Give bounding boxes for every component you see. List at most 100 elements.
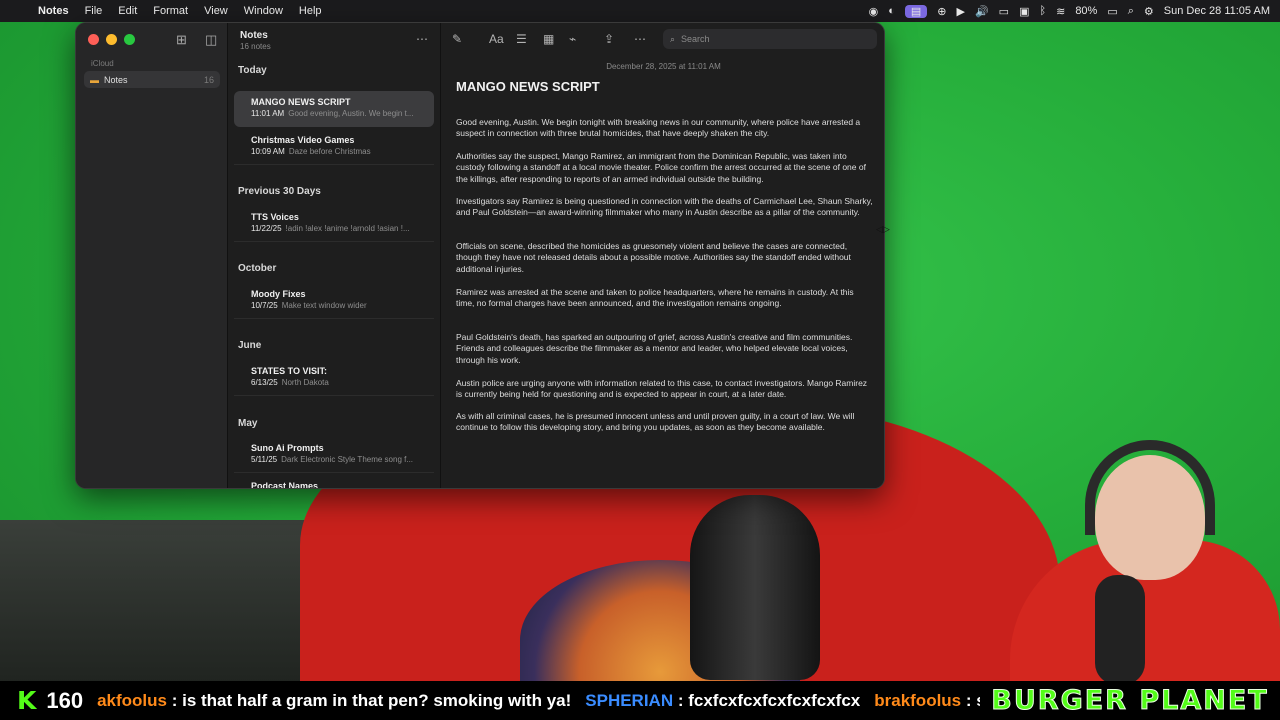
- table-icon[interactable]: ▦: [543, 32, 554, 46]
- note-preview: North Dakota: [281, 378, 329, 387]
- folder-count: 16: [203, 74, 214, 85]
- sidebar-folder-notes[interactable]: ▬ Notes 16: [84, 71, 220, 88]
- note-preview: Good evening, Austin. We begin t...: [288, 109, 414, 118]
- notes-list-header: Notes 16 notes: [240, 30, 271, 51]
- note-time: 5/11/25: [251, 455, 278, 464]
- microphone: [690, 495, 820, 680]
- note-paragraph[interactable]: Good evening, Austin. We begin tonight w…: [456, 117, 874, 140]
- group-label-previous-30-days: Previous 30 Days: [238, 186, 321, 197]
- menu-window[interactable]: Window: [236, 5, 291, 17]
- note-item[interactable]: STATES TO VISIT: 6/13/25 North Dakota: [234, 360, 434, 396]
- compose-icon[interactable]: ✎: [452, 32, 462, 46]
- note-preview: Make text window wider: [281, 301, 367, 310]
- share-icon[interactable]: ⇪: [604, 32, 614, 46]
- volume-icon[interactable]: 🔊: [975, 5, 989, 18]
- sidebar-section-icloud: iCloud: [91, 59, 114, 68]
- control-center-icon[interactable]: ⚙: [1144, 5, 1154, 18]
- menu-help[interactable]: Help: [291, 5, 330, 17]
- more-options-icon[interactable]: ⋯: [416, 32, 428, 46]
- note-time: 11:01 AM: [251, 109, 285, 118]
- more-icon[interactable]: ⋯: [634, 32, 646, 46]
- note-title: Podcast Names: [251, 481, 319, 489]
- note-title: STATES TO VISIT:: [251, 366, 328, 376]
- viewer-count: 160: [46, 687, 84, 713]
- note-item[interactable]: Suno Ai Prompts 5/11/25 Dark Electronic S…: [234, 437, 434, 473]
- search-field[interactable]: ⌕: [663, 29, 877, 49]
- folder-icon: ▬: [90, 74, 99, 85]
- chat-username: brakfoolus: [874, 690, 962, 710]
- menu-view[interactable]: View: [196, 5, 236, 17]
- notes-list-title: Notes: [240, 30, 268, 41]
- close-window-button[interactable]: [88, 34, 99, 45]
- note-title: Moody Fixes: [251, 289, 306, 299]
- search-input[interactable]: [681, 34, 862, 44]
- note-paragraph[interactable]: Authorities say the suspect, Mango Ramir…: [456, 151, 874, 185]
- notes-window: ⊞ ◫ iCloud ▬ Notes 16 Notes 16 notes ⋯ T…: [75, 22, 885, 489]
- brand-box: BURGER PLANET: [980, 681, 1280, 720]
- wifi-icon[interactable]: ≋: [1056, 5, 1065, 18]
- brand-logo: BURGER PLANET: [991, 685, 1269, 717]
- resize-cursor-icon: ◁▷: [876, 224, 890, 234]
- note-paragraph[interactable]: Paul Goldstein's death, has sparked an o…: [456, 332, 874, 366]
- group-label-today: Today: [238, 65, 267, 76]
- note-time: 10:09 AM: [251, 147, 285, 156]
- note-paragraph[interactable]: Investigators say Ramirez is being quest…: [456, 196, 874, 219]
- note-title: Christmas Video Games: [251, 135, 355, 145]
- note-item[interactable]: TTS Voices 11/22/25 !adin !alex !anime !a…: [234, 206, 434, 242]
- bluetooth-icon[interactable]: ᛒ: [1039, 5, 1046, 17]
- note-item[interactable]: Podcast Names: [234, 475, 434, 489]
- clock-label[interactable]: Sun Dec 28 11:05 AM: [1164, 5, 1270, 17]
- color-wheel-icon[interactable]: ◐: [888, 5, 895, 17]
- attachment-icon[interactable]: ⌁: [569, 32, 576, 46]
- note-item[interactable]: Moody Fixes 10/7/25 Make text window wide…: [234, 283, 434, 319]
- group-label-june: June: [238, 340, 262, 351]
- note-item[interactable]: Christmas Video Games 10:09 AM Daze befor…: [234, 129, 434, 165]
- menu-file[interactable]: File: [77, 5, 111, 17]
- menu-format[interactable]: Format: [145, 5, 196, 17]
- chat-username: SPHERIAN: [585, 690, 674, 710]
- monitor-icon[interactable]: ▣: [1019, 5, 1029, 18]
- chat-message: akfoolus : is that half a gram in that p…: [97, 691, 571, 711]
- spotlight-search-icon[interactable]: ⌕: [1128, 5, 1134, 18]
- note-paragraph[interactable]: Officials on scene, described the homici…: [456, 241, 874, 275]
- note-preview: !adin !alex !anime !arnold !asian !...: [285, 224, 410, 233]
- zoom-window-button[interactable]: [124, 34, 135, 45]
- note-time: 10/7/25: [251, 301, 278, 310]
- note-title: MANGO NEWS SCRIPT: [251, 97, 351, 107]
- stream-chat-ticker: K 160 akfoolus : is that half a gram in …: [0, 681, 1280, 720]
- sidebar-toggle-icon[interactable]: ◫: [205, 32, 217, 48]
- group-label-may: May: [238, 418, 258, 429]
- note-paragraph[interactable]: Ramirez was arrested at the scene and ta…: [456, 287, 874, 310]
- chat-message: SPHERIAN : fcxfcxfcxfcxfcxfcxfcx: [585, 691, 860, 711]
- note-item[interactable]: MANGO NEWS SCRIPT 11:01 AM Good evening, …: [234, 91, 434, 127]
- display-icon[interactable]: ▭: [999, 5, 1009, 18]
- note-date: December 28, 2025 at 11:01 AM: [606, 62, 721, 71]
- screen-capture-icon[interactable]: ▤: [904, 4, 928, 18]
- status-area: ◉ ◐ ▤ ⊕ ▶ 🔊 ▭ ▣ ᛒ ≋ 80% ▭ ⌕ ⚙ Sun Dec 28…: [869, 4, 1280, 18]
- battery-icon[interactable]: ▭: [1107, 5, 1117, 18]
- kick-logo-icon: K: [17, 686, 37, 715]
- menu-edit[interactable]: Edit: [110, 5, 145, 17]
- notes-list: Notes 16 notes ⋯ Today MANGO NEWS SCRIPT…: [228, 23, 441, 488]
- new-folder-icon[interactable]: ⊞: [176, 32, 187, 48]
- note-paragraph[interactable]: Austin police are urging anyone with inf…: [456, 378, 874, 401]
- text-format-icon[interactable]: Aa: [489, 32, 504, 46]
- window-controls: [88, 34, 135, 45]
- note-time: 6/13/25: [251, 378, 278, 387]
- globe-icon[interactable]: ⊕: [937, 5, 946, 18]
- menu-bar: Notes File Edit Format View Window Help …: [0, 0, 1280, 22]
- note-paragraph[interactable]: As with all criminal cases, he is presum…: [456, 411, 874, 434]
- webcam-microphone: [1095, 575, 1145, 685]
- play-icon[interactable]: ▶: [957, 5, 965, 18]
- note-title: Suno Ai Prompts: [251, 443, 324, 453]
- note-preview: Daze before Christmas: [288, 147, 371, 156]
- menu-app-name[interactable]: Notes: [30, 5, 77, 17]
- minimize-window-button[interactable]: [106, 34, 117, 45]
- note-heading[interactable]: MANGO NEWS SCRIPT: [456, 79, 600, 94]
- checklist-icon[interactable]: ☰: [516, 32, 527, 46]
- group-label-october: October: [238, 263, 277, 274]
- record-icon[interactable]: ◉: [869, 5, 879, 18]
- note-editor: ✎ Aa ☰ ▦ ⌁ ⇪ ⋯ ⌕ December 28, 2025 at 11…: [441, 23, 884, 488]
- search-icon: ⌕: [670, 33, 676, 44]
- chat-text: : is that half a gram in that pen? smoki…: [167, 690, 572, 710]
